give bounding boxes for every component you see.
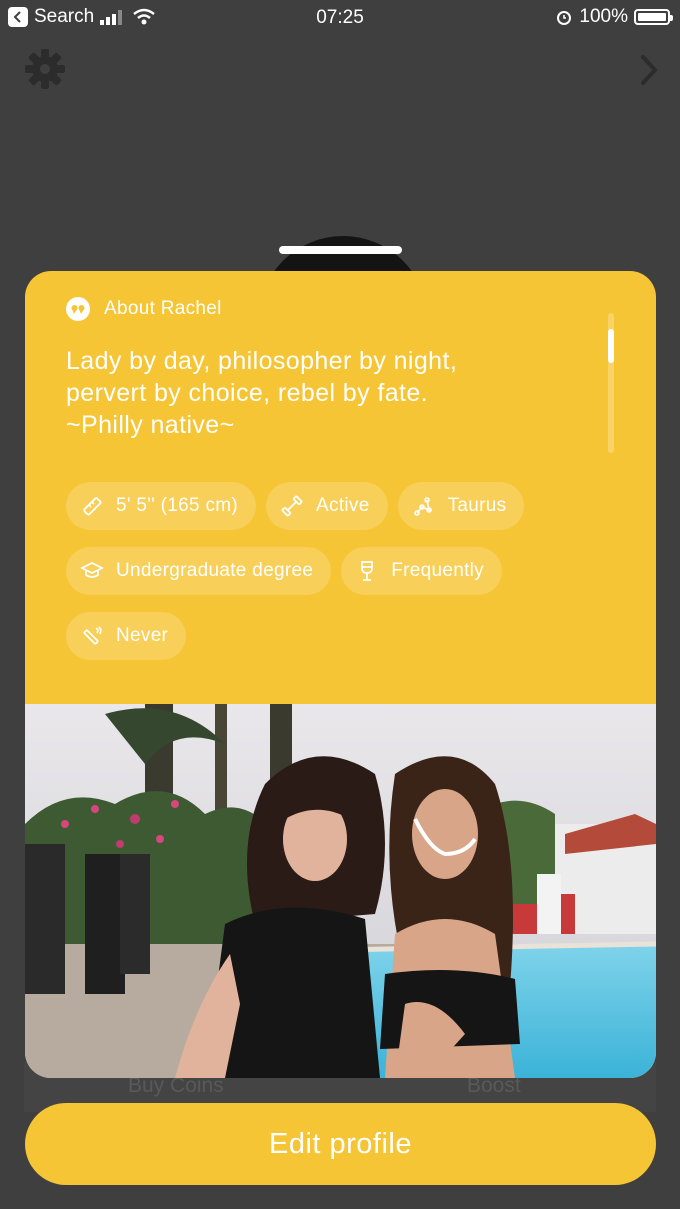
alarm-icon xyxy=(557,11,572,25)
battery-percent: 100% xyxy=(579,6,628,27)
chip-label: Never xyxy=(116,625,169,646)
constellation-icon xyxy=(413,497,432,516)
scrollbar-thumb[interactable] xyxy=(608,329,614,363)
dumbbell-icon xyxy=(281,495,303,517)
bio-scrollbar[interactable] xyxy=(608,313,614,453)
battery-icon xyxy=(634,9,673,25)
cigarette-icon xyxy=(83,626,102,645)
profile-photo[interactable] xyxy=(25,704,656,1078)
profile-card[interactable]: About Rachel Lady by day, philosopher by… xyxy=(25,271,656,1078)
graduation-cap-icon xyxy=(80,562,104,578)
chip-label: Undergraduate degree xyxy=(116,560,314,581)
about-header: About Rachel xyxy=(66,297,222,321)
chip-smoking: Never xyxy=(66,612,187,660)
bio-text: Lady by day, philosopher by night, perve… xyxy=(66,347,458,439)
edit-profile-button[interactable]: Edit profile xyxy=(25,1103,656,1185)
drag-handle[interactable] xyxy=(279,246,402,254)
chip-education: Undergraduate degree xyxy=(66,547,332,595)
settings-gear-icon[interactable] xyxy=(24,48,66,90)
chip-exercise: Active xyxy=(266,482,388,530)
chip-drinking: Frequently xyxy=(341,547,502,595)
chip-label: 5' 5'' (165 cm) xyxy=(116,495,239,516)
chip-label: Taurus xyxy=(447,495,507,516)
about-title: About Rachel xyxy=(104,298,222,319)
profile-attributes: 5' 5'' (165 cm) Active Taurus Undergradu… xyxy=(66,482,626,660)
quote-icon xyxy=(66,297,90,321)
ruler-icon xyxy=(83,497,102,516)
chip-height: 5' 5'' (165 cm) xyxy=(66,482,257,530)
chip-zodiac: Taurus xyxy=(397,482,525,530)
status-bar: Search 07:25 100% xyxy=(0,0,680,36)
wine-glass-icon xyxy=(361,561,374,581)
chip-label: Frequently xyxy=(391,560,484,581)
chip-label: Active xyxy=(316,495,370,516)
chevron-right-icon[interactable] xyxy=(638,54,660,86)
